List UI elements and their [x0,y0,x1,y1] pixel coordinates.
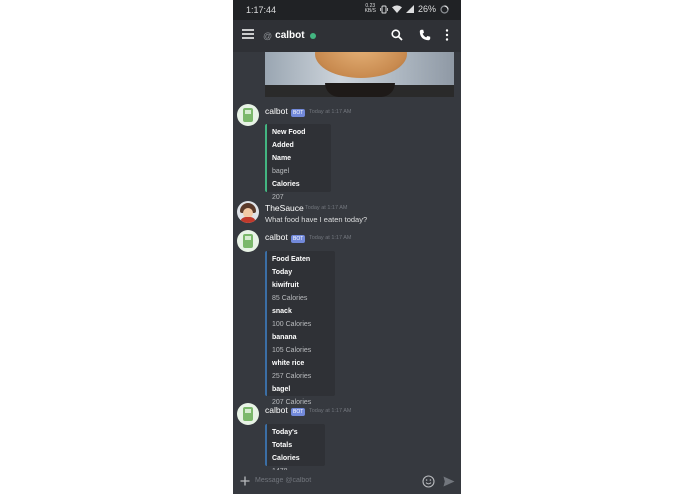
embed-card: New Food Added Name bagel Calories 207 [265,124,331,201]
send-icon[interactable] [443,476,455,487]
channel-name: calbot [275,30,305,41]
author-name[interactable]: calbot [265,405,288,415]
channel-header: @ calbot [233,20,461,52]
author-name[interactable]: TheSauce [265,203,304,213]
embed-field-value: bagel [272,168,290,175]
calbot-avatar[interactable] [237,403,259,425]
embed-title: Today's Totals [272,429,298,449]
message-input[interactable] [255,477,395,484]
embed-field-name: snack [272,308,292,315]
embed-field-name: Calories [272,181,300,188]
battery-icon [440,4,449,14]
add-attachment-icon[interactable] [240,476,250,486]
embed-field-name: Name [272,155,292,162]
embed-field-value: 257 Calories [272,373,312,380]
message-timestamp: Today at 1:17 AM [305,205,348,211]
embed-field-name: banana [272,334,297,341]
network-speed-unit: KB/S [364,8,376,14]
status-icons: 0.23 KB/S 26% [365,4,449,14]
bot-badge: BOT [291,109,306,117]
channel-title[interactable]: @ calbot [263,30,316,41]
phone-call-icon[interactable] [419,29,431,41]
embed-field-name: kiwifruit [272,282,299,289]
bot-badge: BOT [291,235,306,243]
cellular-signal-icon [405,5,414,13]
more-options-icon[interactable] [445,29,449,41]
at-symbol: @ [263,30,273,41]
message-timestamp: Today at 1:17 AM [309,235,352,241]
author-name[interactable]: calbot [265,106,288,116]
online-status-dot [309,32,316,39]
bagel-photo[interactable] [265,52,454,97]
calbot-avatar[interactable] [237,230,259,252]
bot-badge: BOT [291,408,306,416]
author-name[interactable]: calbot [265,232,288,242]
status-time: 1:17:44 [246,5,277,15]
search-icon[interactable] [391,29,403,41]
status-bar: 1:17:44 0.23 KB/S 26% [233,0,461,20]
emoji-icon[interactable] [422,475,435,488]
embed-field-value: 100 Calories [272,321,312,328]
embed-field-value: 85 Calories [272,295,308,302]
message-composer [233,470,461,494]
network-speed: 0.23 KB/S [365,4,376,14]
thesauce-avatar[interactable] [237,201,259,223]
embed-card: Today's Totals Calories 1478 [265,424,325,475]
hamburger-menu-icon[interactable] [242,29,254,39]
embed-title: New Food Added [272,129,306,149]
embed-card: Food Eaten Today kiwifruit 85 Calories s… [265,251,335,406]
embed-field-name: white rice [272,360,305,367]
wifi-icon [391,5,402,13]
message-timestamp: Today at 1:17 AM [309,109,352,115]
battery-level: 26% [417,4,436,14]
calbot-avatar[interactable] [237,104,259,126]
message-text: What food have I eaten today? [265,215,368,224]
embed-field-value: 105 Calories [272,347,312,354]
embed-field-name: Calories [272,455,300,462]
embed-title: Food Eaten Today [272,256,311,276]
vibrate-icon [380,5,388,14]
message-timestamp: Today at 1:17 AM [309,408,352,414]
app-window: 1:17:44 0.23 KB/S 26% @ calbot calbot BO… [233,0,461,494]
embed-field-name: bagel [272,386,291,393]
